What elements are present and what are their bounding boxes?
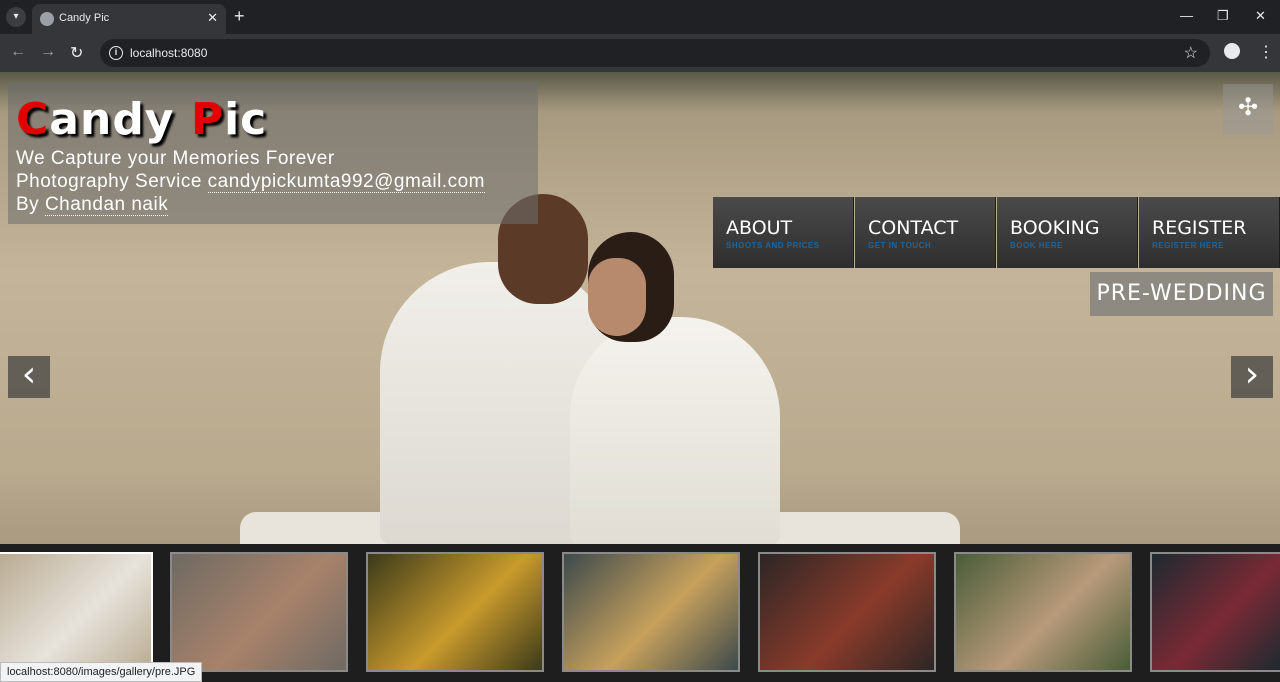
- menu-label: ABOUT: [726, 217, 793, 239]
- tab-title: Candy Pic: [59, 12, 110, 24]
- menu-item-booking[interactable]: BOOKING BOOK HERE: [997, 197, 1138, 268]
- menu-label: BOOKING: [1010, 217, 1100, 239]
- slide-woman-figure: [570, 317, 780, 545]
- menu-label: REGISTER: [1152, 217, 1247, 239]
- menu-sublabel: REGISTER HERE: [1152, 241, 1224, 250]
- author-line: By Chandan naik: [16, 194, 169, 216]
- kebab-menu-icon[interactable]: ⋮: [1258, 42, 1274, 62]
- browser-tab-bar: ▾ Candy Pic ✕ + — ❐ ✕: [0, 0, 1280, 34]
- reload-icon[interactable]: ↻: [70, 43, 83, 63]
- thumbnail-item[interactable]: [366, 552, 544, 672]
- link-status-tooltip: localhost:8080/images/gallery/pre.JPG: [0, 662, 203, 682]
- brand-box: Candy Pic We Capture your Memories Forev…: [8, 82, 538, 224]
- service-line: Photography Service candypickumta992@gma…: [16, 171, 485, 193]
- fullscreen-collapse-icon[interactable]: ✣: [1223, 84, 1273, 134]
- menu-label: CONTACT: [868, 217, 959, 239]
- menu-item-about[interactable]: ABOUT SHOOTS AND PRICES: [713, 197, 854, 268]
- window-close-icon[interactable]: ✕: [1255, 8, 1266, 24]
- globe-icon: [40, 12, 54, 26]
- page-content: Candy Pic We Capture your Memories Forev…: [0, 72, 1280, 682]
- thumbnail-item[interactable]: [170, 552, 348, 672]
- address-bar[interactable]: i localhost:8080 ☆: [100, 39, 1210, 67]
- url-text[interactable]: localhost:8080: [130, 46, 207, 60]
- menu-item-register[interactable]: REGISTER REGISTER HERE: [1139, 197, 1280, 268]
- author-link[interactable]: Chandan naik: [44, 194, 169, 216]
- back-arrow-icon[interactable]: ←: [10, 43, 26, 61]
- thumbnail-item[interactable]: [562, 552, 740, 672]
- thumbnail-item[interactable]: [1150, 552, 1280, 672]
- next-slide-chevron-right-icon[interactable]: ›: [1231, 356, 1273, 398]
- menu-sublabel: BOOK HERE: [1010, 241, 1063, 250]
- thumbnail-item[interactable]: [954, 552, 1132, 672]
- menu-sublabel: GET IN TOUCH: [868, 241, 932, 250]
- new-tab-plus-icon[interactable]: +: [234, 6, 245, 27]
- restore-icon[interactable]: ❐: [1217, 8, 1229, 24]
- browser-tab[interactable]: Candy Pic ✕: [32, 4, 226, 34]
- thumbnail-item[interactable]: [758, 552, 936, 672]
- main-menu: ABOUT SHOOTS AND PRICES CONTACT GET IN T…: [713, 197, 1280, 268]
- info-icon[interactable]: i: [109, 46, 123, 60]
- tagline: We Capture your Memories Forever: [16, 148, 335, 169]
- slide-caption: PRE-WEDDING: [1090, 272, 1273, 316]
- tab-search-chevron-down-icon[interactable]: ▾: [6, 7, 26, 27]
- menu-sublabel: SHOOTS AND PRICES: [726, 241, 820, 250]
- forward-arrow-icon[interactable]: →: [40, 43, 56, 61]
- thumbnail-item[interactable]: [0, 552, 153, 672]
- tab-close-icon[interactable]: ✕: [207, 10, 218, 26]
- minimize-icon[interactable]: —: [1180, 8, 1193, 23]
- slide-woman-face: [588, 258, 646, 336]
- site-logo[interactable]: Candy Pic: [16, 94, 267, 145]
- profile-icon[interactable]: [1224, 43, 1240, 59]
- menu-item-contact[interactable]: CONTACT GET IN TOUCH: [855, 197, 996, 268]
- email-link[interactable]: candypickumta992@gmail.com: [207, 171, 485, 193]
- bookmark-star-icon[interactable]: ☆: [1184, 43, 1198, 63]
- prev-slide-chevron-left-icon[interactable]: ‹: [8, 356, 50, 398]
- browser-toolbar: ← → ↻ i localhost:8080 ☆ ⋮: [0, 34, 1280, 72]
